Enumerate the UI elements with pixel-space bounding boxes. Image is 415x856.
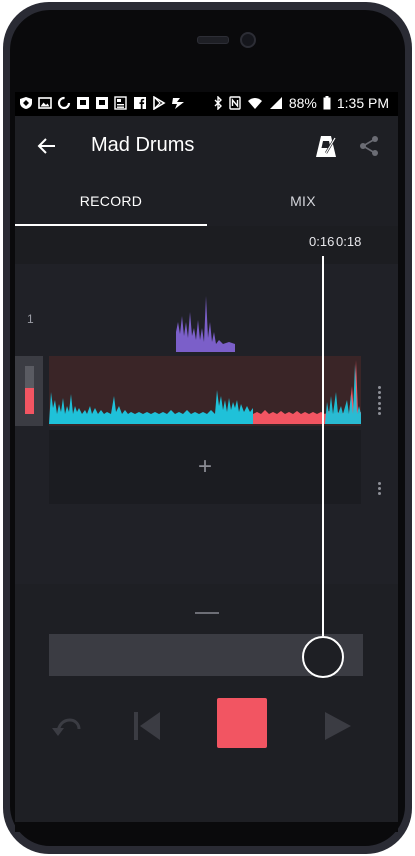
track-area: 1 2 +	[15, 264, 398, 584]
transport-controls	[15, 692, 398, 762]
track-3-row	[15, 356, 398, 426]
project-title: Mad Drums	[91, 134, 195, 156]
share-icon[interactable]	[357, 134, 381, 158]
front-camera	[240, 32, 256, 48]
resize-handle[interactable]	[195, 612, 219, 614]
app-bar: Mad Drums	[15, 116, 398, 176]
undo-icon[interactable]	[50, 710, 84, 744]
nfc-icon	[229, 96, 241, 110]
tab-mix[interactable]: MIX	[207, 176, 398, 226]
battery-level: 88%	[288, 95, 317, 111]
metronome-icon[interactable]	[314, 133, 338, 159]
earpiece-speaker	[197, 36, 229, 44]
vpn-icon	[19, 96, 33, 110]
timeline-ruler[interactable]: 0:16 0:18	[15, 226, 398, 264]
notification-icons	[19, 95, 185, 111]
bottom-bezel	[15, 822, 398, 832]
level-meter-track	[25, 366, 34, 414]
add-track-label: +	[197, 453, 212, 480]
news-icon	[114, 96, 128, 110]
app-screen: 88% 1:35 PM Mad Drums RECORD MIX 0:16 0:…	[15, 92, 398, 822]
time-marker: 0:16	[309, 234, 335, 249]
bluetooth-icon	[214, 96, 222, 110]
arrow-left-icon[interactable]	[35, 134, 59, 158]
signal-icon	[269, 97, 282, 109]
wifi-icon	[247, 98, 262, 109]
playhead-line	[322, 256, 324, 636]
track-2-menu-icon[interactable]	[375, 480, 383, 500]
feedly-icon	[171, 96, 185, 110]
add-track-button[interactable]: +	[49, 430, 361, 504]
sync-icon	[57, 96, 71, 110]
stop-icon[interactable]	[217, 698, 267, 748]
time-marker: 0:18	[336, 234, 362, 249]
facebook-icon	[133, 96, 147, 110]
clock: 1:35 PM	[336, 95, 389, 111]
skip-previous-icon[interactable]	[132, 710, 162, 742]
input-level-meter	[15, 356, 43, 426]
track-1-waveform[interactable]	[49, 292, 361, 354]
system-status: 88% 1:35 PM	[213, 95, 389, 111]
track-number: 1	[27, 312, 34, 326]
playhead-knob[interactable]	[302, 636, 344, 678]
level-meter-fill	[25, 388, 34, 414]
play-icon[interactable]	[323, 710, 353, 742]
play-store-icon	[152, 95, 166, 111]
battery-icon	[323, 96, 331, 110]
flipboard-icon	[76, 96, 90, 110]
tab-record[interactable]: RECORD	[15, 176, 207, 226]
status-bar: 88% 1:35 PM	[15, 92, 398, 116]
track-3-waveform[interactable]	[49, 356, 361, 426]
track-3-menu-icon[interactable]	[375, 384, 383, 404]
image-icon	[38, 96, 52, 110]
tab-bar: RECORD MIX	[15, 176, 398, 226]
flipboard-icon-2	[95, 96, 109, 110]
